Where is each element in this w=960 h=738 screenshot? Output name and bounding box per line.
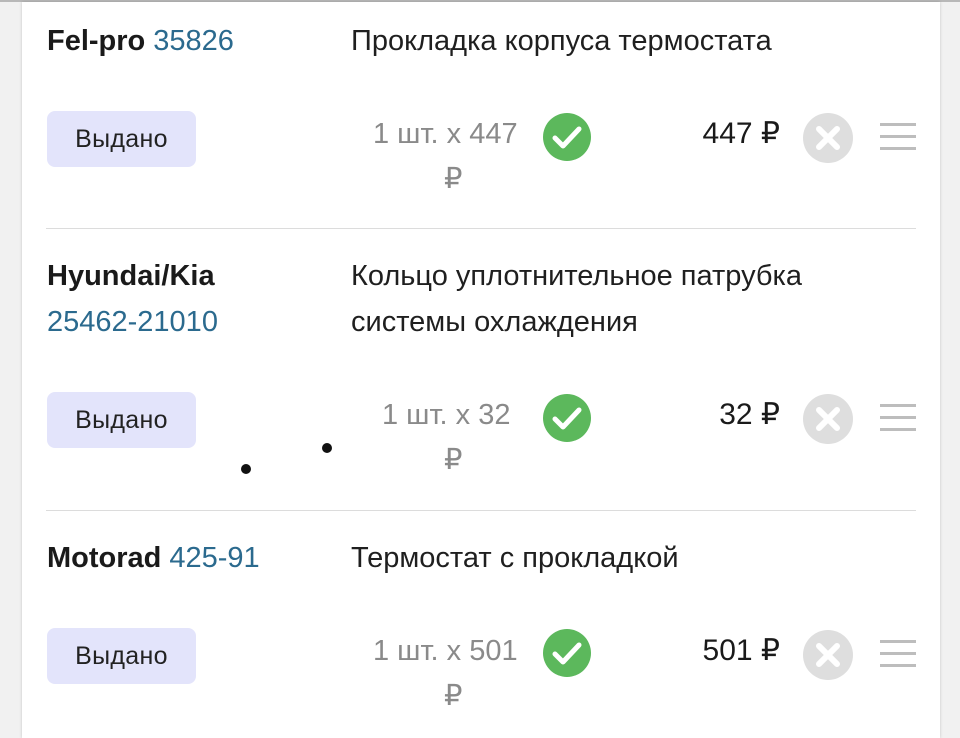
currency-sign: ₽: [444, 444, 463, 476]
brand-name: Hyundai/Kia: [47, 260, 215, 292]
item-brand: Hyundai/Kia 25462-21010: [47, 253, 218, 345]
order-item: Motorad 425-91 Термостат с прокладкой Выд…: [22, 511, 940, 738]
part-number-link[interactable]: 25462-21010: [47, 299, 218, 345]
part-number-link[interactable]: 35826: [153, 25, 234, 57]
status-badge: Выдано: [47, 111, 196, 167]
remove-circle-icon[interactable]: [802, 112, 854, 164]
quantity-price: 1 шт. x 501: [373, 635, 518, 667]
menu-lines-icon[interactable]: [878, 401, 918, 435]
brand-name: Fel-pro: [47, 25, 146, 57]
item-total: 447 ₽: [702, 117, 780, 150]
brand-name: Motorad: [47, 542, 162, 574]
stray-dot: [322, 443, 332, 453]
check-circle-icon: [543, 629, 591, 677]
item-brand: Fel-pro 35826: [47, 18, 234, 64]
check-circle-icon: [543, 113, 591, 161]
remove-circle-icon[interactable]: [802, 629, 854, 681]
quantity-price: 1 шт. x 447: [373, 118, 518, 150]
quantity-price: 1 шт. x 32: [382, 399, 511, 431]
item-description: Прокладка корпуса термостата: [351, 25, 772, 57]
remove-circle-icon[interactable]: [802, 393, 854, 445]
currency-sign: ₽: [444, 163, 463, 195]
menu-lines-icon[interactable]: [878, 120, 918, 154]
currency-sign: ₽: [444, 680, 463, 712]
order-item: Hyundai/Kia 25462-21010 Кольцо уплотнител…: [22, 229, 940, 510]
check-circle-icon: [543, 394, 591, 442]
item-description: Термостат с прокладкой: [351, 542, 679, 574]
item-description: Кольцо уплотнительное патрубка системы о…: [351, 260, 802, 338]
item-total: 32 ₽: [719, 398, 780, 431]
order-item: Fel-pro 35826 Прокладка корпуса термостат…: [22, 2, 940, 228]
order-items-card: Fel-pro 35826 Прокладка корпуса термостат…: [22, 2, 940, 738]
item-total: 501 ₽: [702, 634, 780, 667]
stray-dot: [241, 464, 251, 474]
menu-lines-icon[interactable]: [878, 637, 918, 671]
status-badge: Выдано: [47, 392, 196, 448]
part-number-link[interactable]: 425-91: [169, 542, 259, 574]
status-badge: Выдано: [47, 628, 196, 684]
item-brand: Motorad 425-91: [47, 535, 260, 581]
